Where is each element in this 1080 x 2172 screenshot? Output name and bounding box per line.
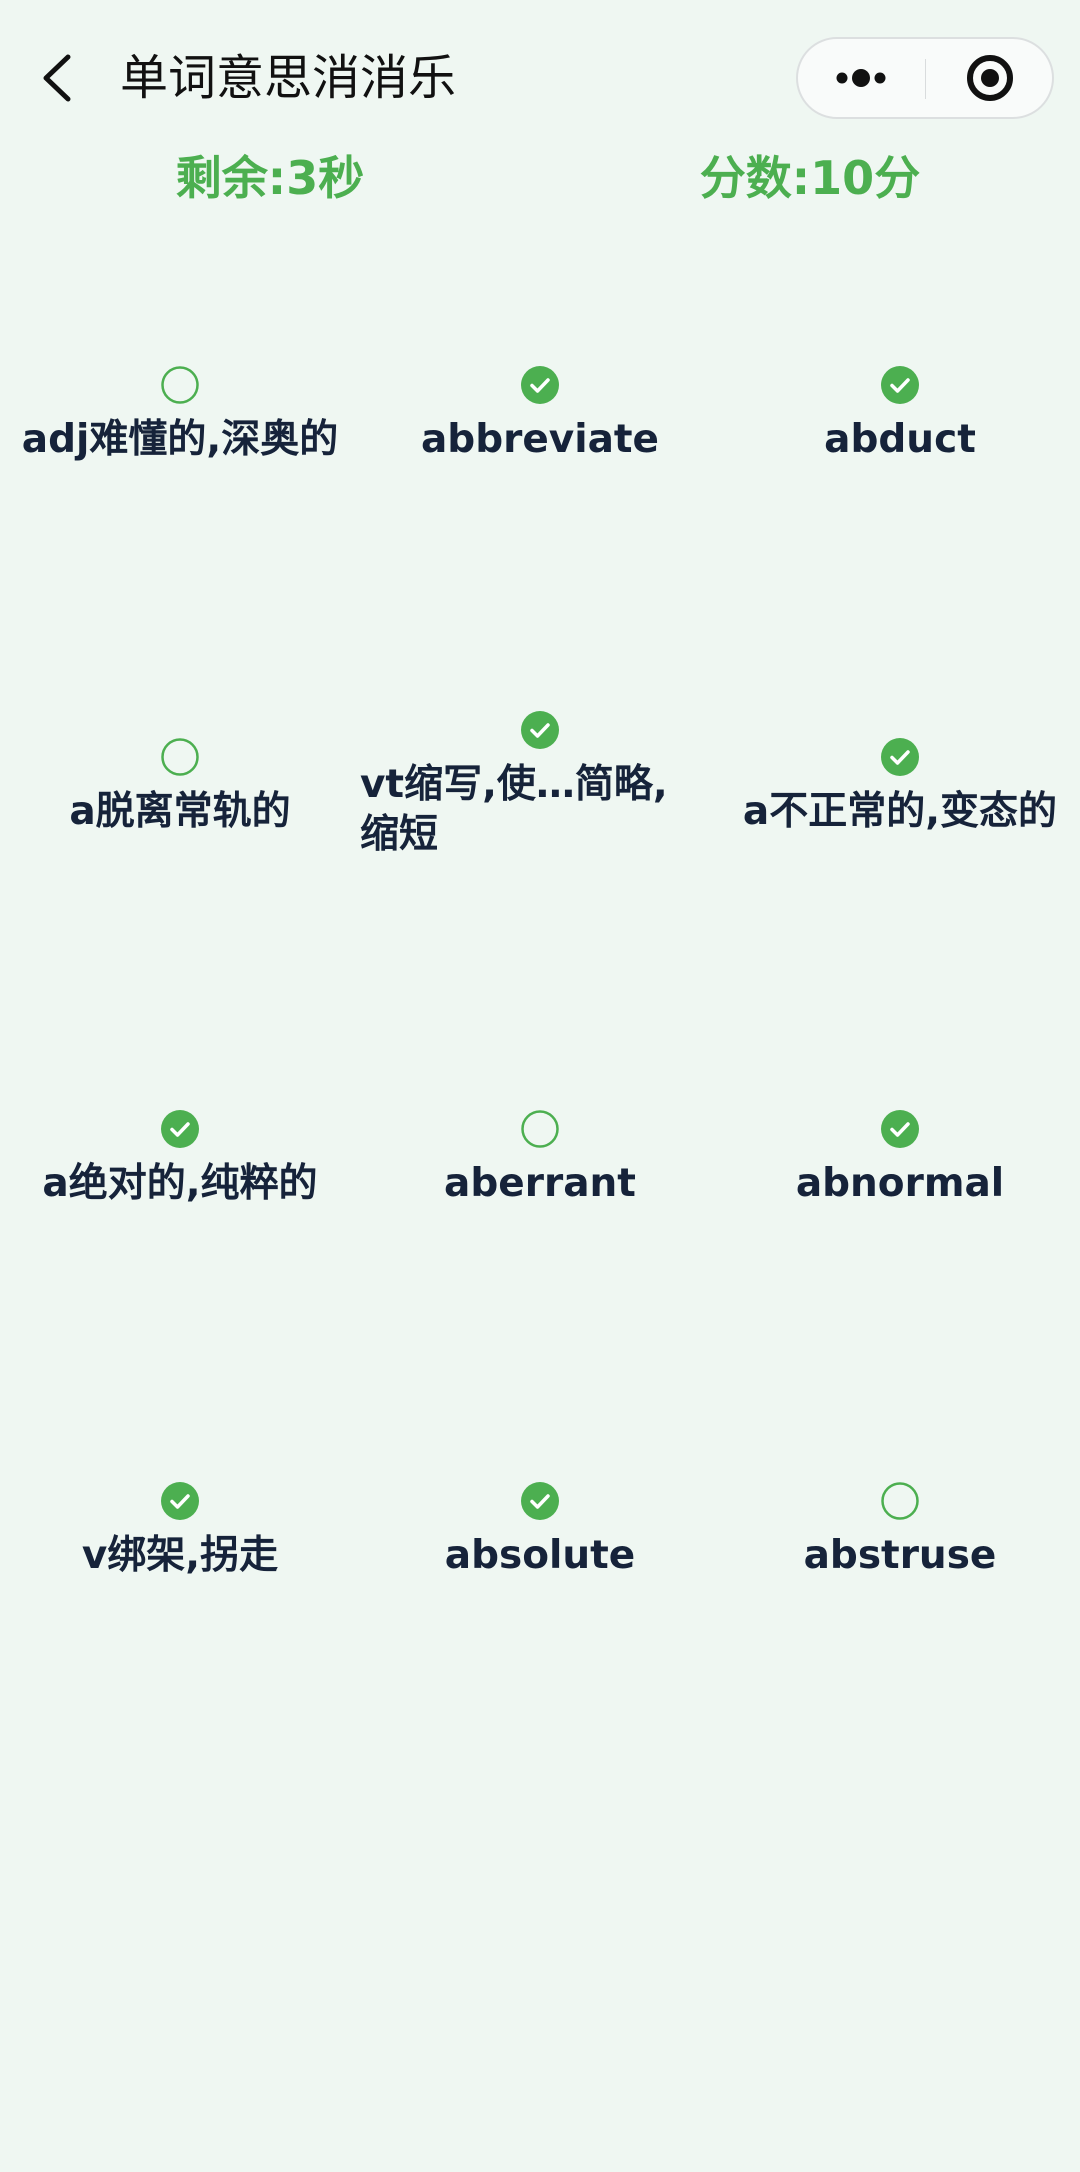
score: 分数:10分 (699, 151, 921, 205)
check-circle-filled-icon (160, 1481, 200, 1521)
target-close-icon (967, 55, 1013, 101)
time-remaining: 剩余:3秒 (175, 151, 365, 205)
check-circle-filled-icon (880, 737, 920, 777)
check-circle-filled-icon (520, 1481, 560, 1521)
check-circle-filled-icon (160, 1109, 200, 1149)
word-label: vt缩写,使…简略,缩短 (360, 762, 668, 857)
word-label: abduct (824, 417, 976, 462)
more-options-button[interactable] (798, 39, 925, 117)
page-title: 单词意思消消乐 (120, 50, 457, 106)
check-circle-empty-icon (880, 1481, 920, 1521)
word-label: v绑架,拐走 (81, 1533, 279, 1578)
word-label: abnormal (795, 1161, 1005, 1206)
check-circle-filled-icon (880, 1109, 920, 1149)
word-label: absolute (444, 1533, 636, 1578)
check-circle-empty-icon (160, 365, 200, 405)
check-circle-filled-icon (880, 365, 920, 405)
check-circle-empty-icon (160, 737, 200, 777)
nav-bar: 单词意思消消乐 (0, 0, 1080, 155)
check-circle-filled-icon (520, 710, 560, 750)
check-circle-empty-icon (520, 1109, 560, 1149)
word-label: abstruse (803, 1533, 997, 1578)
back-button[interactable] (30, 45, 90, 111)
word-label: a绝对的,纯粹的 (42, 1161, 318, 1206)
mini-program-capsule (796, 37, 1054, 119)
word-label: adj难懂的,深奥的 (21, 417, 339, 462)
chevron-left-icon (43, 54, 71, 102)
word-label: a不正常的,变态的 (742, 789, 1058, 834)
word-label: a脱离常轨的 (69, 789, 291, 834)
more-dots-icon (836, 69, 886, 87)
word-label: aberrant (444, 1161, 636, 1206)
word-label: abbreviate (420, 417, 660, 462)
close-miniprogram-button[interactable] (926, 39, 1052, 117)
check-circle-filled-icon (520, 365, 560, 405)
